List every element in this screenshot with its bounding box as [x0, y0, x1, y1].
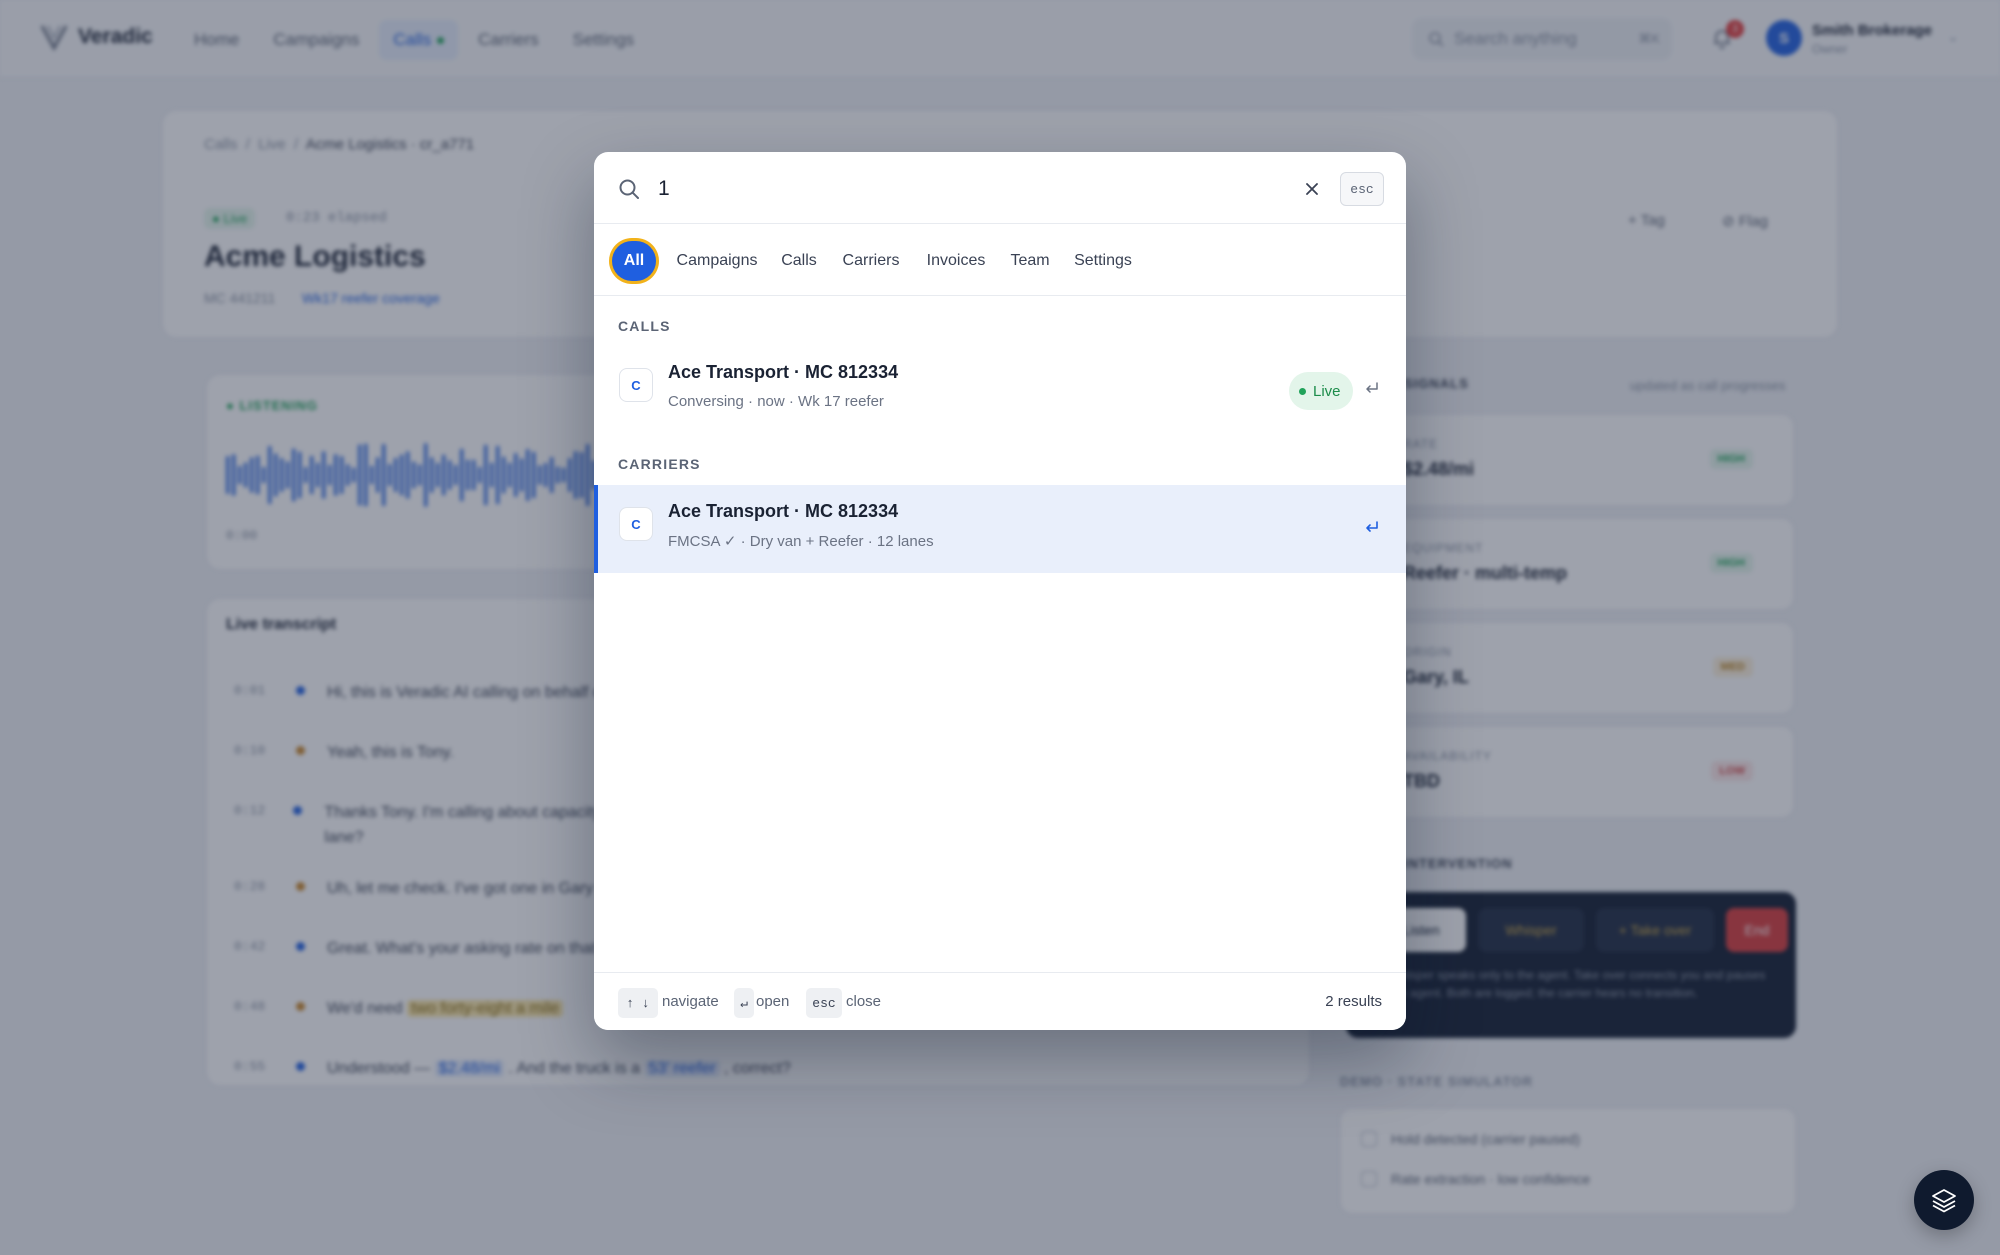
- palette-filter-tabs: All Campaigns Calls Carriers Invoices Te…: [594, 224, 1406, 296]
- palette-search-bar: esc: [594, 152, 1406, 224]
- search-result-selected[interactable]: C Ace Transport · MC 812334 FMCSA ✓ · Dr…: [594, 485, 1406, 573]
- result-title: Ace Transport · MC 812334: [668, 501, 899, 521]
- palette-search-input[interactable]: [658, 172, 1258, 206]
- section-heading-carriers: CARRIERS: [618, 456, 701, 472]
- tab-calls[interactable]: Calls: [778, 241, 820, 281]
- tab-team[interactable]: Team: [1008, 241, 1052, 281]
- enter-key-hint: ↵: [734, 988, 754, 1018]
- result-subtitle: FMCSA ✓ · Dry van + Reefer · 12 lanes: [668, 533, 934, 550]
- result-type-chip: C: [619, 507, 653, 541]
- clear-search-button[interactable]: [1297, 174, 1327, 204]
- result-type-chip: C: [619, 368, 653, 402]
- result-subtitle: Conversing · now · Wk 17 reefer: [668, 393, 884, 410]
- command-palette: esc All Campaigns Calls Carriers Invoice…: [594, 152, 1406, 1030]
- live-dot-icon: [1299, 387, 1306, 395]
- esc-key-hint[interactable]: esc: [1340, 172, 1384, 206]
- live-badge: Live: [1289, 372, 1353, 410]
- close-hint-label: close: [846, 993, 882, 1010]
- live-badge-label: Live: [1313, 382, 1341, 400]
- arrow-keys-hint: ↑ ↓: [618, 988, 658, 1018]
- navigate-hint-label: navigate: [662, 993, 719, 1010]
- open-hint-label: open: [756, 993, 790, 1010]
- tab-campaigns[interactable]: Campaigns: [674, 241, 760, 281]
- layers-icon: [1932, 1189, 1956, 1213]
- tab-invoices[interactable]: Invoices: [922, 241, 990, 281]
- enter-icon: [1366, 521, 1378, 532]
- close-icon: [1306, 183, 1318, 195]
- layers-button[interactable]: [1914, 1170, 1974, 1230]
- result-title: Ace Transport · MC 812334: [668, 362, 899, 382]
- esc-key-hint: esc: [806, 988, 842, 1018]
- section-heading-calls: CALLS: [618, 318, 671, 334]
- tab-all[interactable]: All: [612, 241, 656, 281]
- result-count: 2 results: [1325, 993, 1382, 1010]
- tab-carriers[interactable]: Carriers: [838, 241, 904, 281]
- search-icon: [619, 179, 639, 199]
- tab-settings[interactable]: Settings: [1070, 241, 1136, 281]
- enter-icon: [1366, 382, 1378, 393]
- palette-footer: ↑ ↓ navigate ↵ open esc close 2 results: [594, 972, 1406, 1030]
- search-result[interactable]: C Ace Transport · MC 812334 Conversing ·…: [594, 346, 1406, 434]
